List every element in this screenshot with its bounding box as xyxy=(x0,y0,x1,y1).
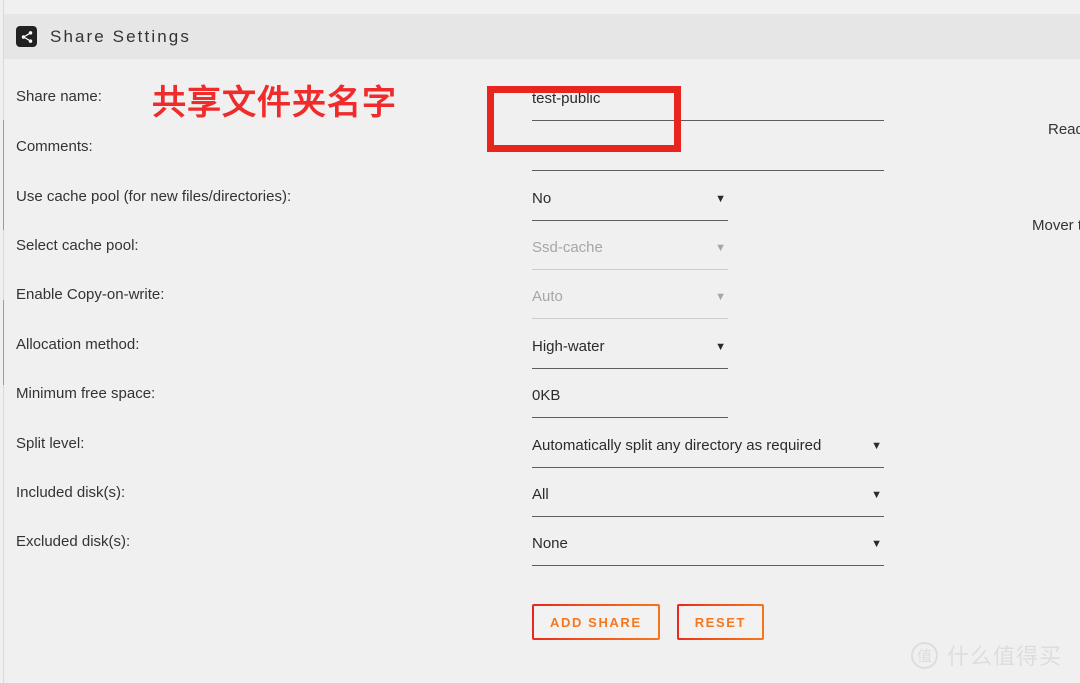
watermark-text: 什么值得买 xyxy=(946,645,1062,670)
select-split-level-value: Automatically split any directory as req… xyxy=(532,437,822,454)
reset-button[interactable]: RESET xyxy=(677,604,764,640)
form-row-comments: Comments: xyxy=(4,137,1080,187)
label-comments: Comments: xyxy=(16,138,93,155)
page-title: Share Settings xyxy=(50,26,191,46)
chevron-down-icon: ▼ xyxy=(871,538,882,550)
form-row-use-cache-pool: Use cache pool (for new files/directorie… xyxy=(4,187,1080,237)
form-row-split-level: Split level: Automatically split any dir… xyxy=(4,434,1080,484)
select-use-cache-pool[interactable]: No ▼ xyxy=(532,187,728,221)
share-settings-form: Share name: 共享文件夹名字 test-public Comments… xyxy=(4,59,1080,683)
select-use-cache-pool-value: No xyxy=(532,190,552,207)
form-row-excluded-disks: Excluded disk(s): None ▼ xyxy=(4,532,1080,582)
chevron-down-icon: ▼ xyxy=(715,341,726,353)
watermark-logo-icon: 值 xyxy=(910,641,938,669)
form-actions: ADD SHARE RESET xyxy=(532,604,764,640)
label-minimum-free-space: Minimum free space: xyxy=(16,385,156,402)
select-allocation-method-value: High-water xyxy=(532,338,605,355)
label-included-disks: Included disk(s): xyxy=(16,484,126,501)
share-icon xyxy=(16,26,37,47)
form-row-minimum-free-space: Minimum free space: 0KB xyxy=(4,384,1080,434)
form-row-share-name: Share name: 共享文件夹名字 test-public xyxy=(4,83,1080,137)
label-excluded-disks: Excluded disk(s): xyxy=(16,533,131,550)
select-enable-copy-on-write-value: Auto xyxy=(532,288,563,305)
input-share-name[interactable]: test-public xyxy=(532,87,884,121)
input-minimum-free-space[interactable]: 0KB xyxy=(532,384,728,418)
select-enable-copy-on-write: Auto ▼ xyxy=(532,285,728,319)
label-enable-copy-on-write: Enable Copy-on-write: xyxy=(16,286,165,303)
select-excluded-disks[interactable]: None ▼ xyxy=(532,532,884,566)
select-included-disks[interactable]: All ▼ xyxy=(532,483,884,517)
chevron-down-icon: ▼ xyxy=(871,440,882,452)
chevron-down-icon: ▼ xyxy=(871,489,882,501)
select-excluded-disks-value: None xyxy=(532,535,568,552)
form-row-allocation-method: Allocation method: High-water ▼ xyxy=(4,335,1080,385)
label-split-level: Split level: xyxy=(16,435,85,452)
add-share-button[interactable]: ADD SHARE xyxy=(532,604,660,640)
label-select-cache-pool: Select cache pool: xyxy=(16,237,139,254)
form-row-select-cache-pool: Select cache pool: Ssd-cache ▼ xyxy=(4,236,1080,286)
form-row-included-disks: Included disk(s): All ▼ xyxy=(4,483,1080,533)
window-titlebar: Share Settings xyxy=(4,14,1080,59)
chevron-down-icon: ▼ xyxy=(715,242,726,254)
chevron-down-icon: ▼ xyxy=(715,291,726,303)
annotation-chinese-text: 共享文件夹名字 xyxy=(152,83,397,123)
label-mover-tuning-clipped: Mover t xyxy=(1032,217,1080,234)
label-use-cache-pool: Use cache pool (for new files/directorie… xyxy=(16,188,292,205)
watermark: 值 什么值得买 xyxy=(910,639,1062,671)
chevron-down-icon: ▼ xyxy=(715,193,726,205)
select-cache-pool: Ssd-cache ▼ xyxy=(532,236,728,270)
input-share-name-value: test-public xyxy=(532,90,601,107)
label-share-name: Share name: xyxy=(16,88,102,105)
select-cache-pool-value: Ssd-cache xyxy=(532,239,603,256)
label-read-clipped: Read xyxy=(1048,121,1080,138)
select-allocation-method[interactable]: High-water ▼ xyxy=(532,335,728,369)
input-minimum-free-space-value: 0KB xyxy=(532,387,561,404)
label-allocation-method: Allocation method: xyxy=(16,336,140,353)
input-comments[interactable] xyxy=(532,137,884,171)
select-included-disks-value: All xyxy=(532,486,549,503)
select-split-level[interactable]: Automatically split any directory as req… xyxy=(532,434,884,468)
form-row-copy-on-write: Enable Copy-on-write: Auto ▼ xyxy=(4,285,1080,335)
